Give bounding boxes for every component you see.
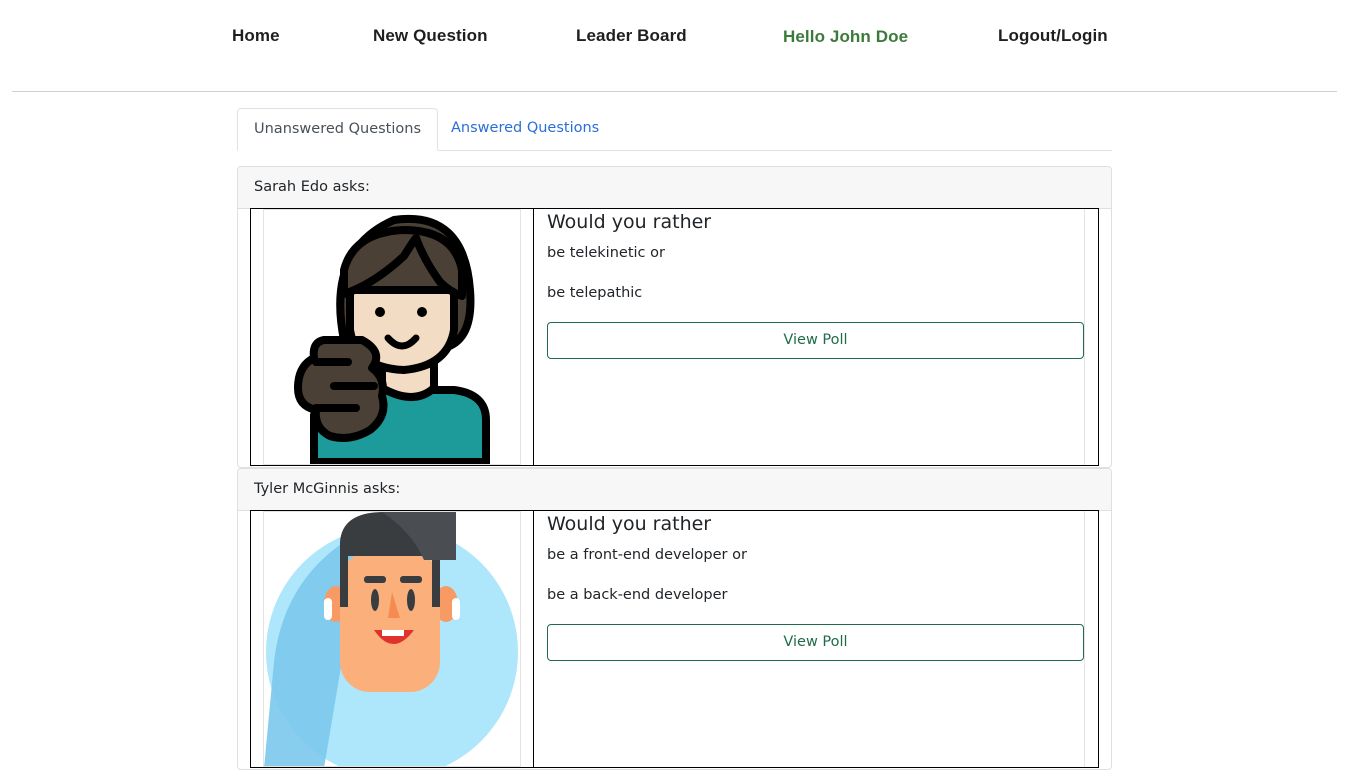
option-one-text: be telekinetic or	[547, 245, 665, 261]
view-poll-button[interactable]: View Poll	[547, 624, 1084, 661]
avatar-cell	[251, 209, 534, 465]
nav-home-link[interactable]: Home	[232, 26, 280, 46]
option-two-text: be a back-end developer	[547, 587, 728, 603]
tab-unanswered-questions[interactable]: Unanswered Questions	[237, 108, 438, 151]
question-content: Would you rather be a front-end develope…	[534, 511, 1098, 767]
question-content: Would you rather be telekinetic or be te…	[534, 209, 1098, 465]
question-author: Sarah Edo asks:	[238, 167, 1111, 209]
question-tabs: Unanswered Questions Answered Questions	[237, 108, 1112, 151]
option-one-text: be a front-end developer or	[547, 547, 747, 563]
nav-leader-board-link[interactable]: Leader Board	[576, 26, 687, 46]
view-poll-button[interactable]: View Poll	[547, 322, 1084, 359]
question-author: Tyler McGinnis asks:	[238, 469, 1111, 511]
question-card: Tyler McGinnis asks: Would you rather be…	[237, 468, 1112, 770]
question-card: Sarah Edo asks: Would you rather be tele…	[237, 166, 1112, 468]
question-content-inner: Would you rather be telekinetic or be te…	[546, 209, 1085, 465]
nav-new-question-link[interactable]: New Question	[373, 26, 488, 46]
user-greeting: Hello John Doe	[783, 27, 909, 46]
avatar	[263, 511, 521, 767]
avatar-cell	[251, 511, 534, 767]
nav-logout-login-link[interactable]: Logout/Login	[998, 26, 1108, 46]
top-navigation: Home New Question Leader Board Hello Joh…	[0, 0, 1346, 75]
question-title: Would you rather	[547, 513, 712, 535]
question-body: Would you rather be a front-end develope…	[250, 510, 1099, 768]
woman-avatar-icon	[294, 214, 490, 464]
question-title: Would you rather	[547, 211, 712, 233]
nav-divider	[12, 91, 1337, 92]
man-avatar-icon	[264, 512, 518, 766]
tab-answered-questions[interactable]: Answered Questions	[435, 108, 615, 149]
option-two-text: be telepathic	[547, 285, 643, 301]
question-content-inner: Would you rather be a front-end develope…	[546, 511, 1085, 767]
question-body: Would you rather be telekinetic or be te…	[250, 208, 1099, 466]
avatar	[263, 209, 521, 465]
